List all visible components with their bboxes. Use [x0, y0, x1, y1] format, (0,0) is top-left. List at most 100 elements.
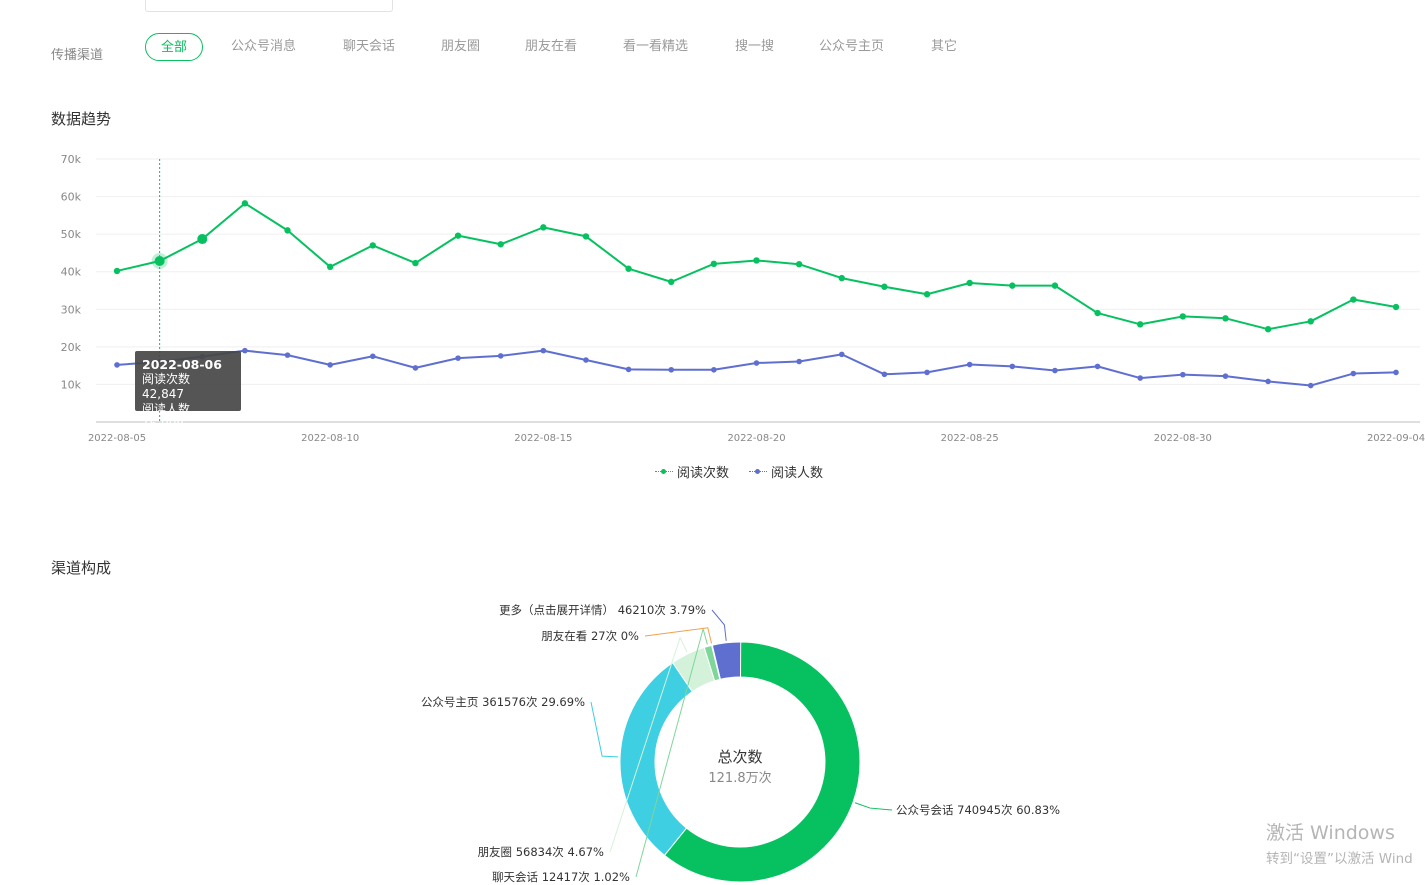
y-tick-label: 70k [61, 153, 82, 166]
data-point-read-users [455, 355, 461, 361]
chip-search[interactable]: 搜一搜 [735, 33, 774, 61]
search-input[interactable] [145, 0, 393, 12]
data-point-read-users [114, 362, 120, 368]
data-point-read-count [1392, 303, 1400, 311]
slice-leader-line [854, 802, 893, 811]
data-point-read-users [412, 365, 419, 371]
data-point-read-count [154, 256, 165, 267]
data-point-read-users [1265, 378, 1271, 385]
legend-item-read-count[interactable]: 阅读次数 [655, 462, 729, 481]
chip-official-homepage[interactable]: 公众号主页 [819, 33, 884, 61]
data-point-read-count [1350, 296, 1357, 303]
watermark-title: 激活 Windows [1266, 822, 1395, 844]
watermark-subtitle: 转到“设置”以激活 Wind [1266, 851, 1413, 867]
y-tick-label: 20k [61, 341, 82, 354]
legend-item-read-users[interactable]: 阅读人数 [749, 462, 823, 481]
slice-leader-line [590, 701, 619, 758]
y-tick-label: 10k [61, 378, 82, 391]
data-point-read-count [326, 263, 334, 271]
channel-section-title: 渠道构成 [51, 559, 112, 577]
data-point-read-users [540, 347, 547, 354]
legend-label-read-count: 阅读次数 [677, 466, 730, 481]
data-point-read-users [625, 366, 632, 373]
data-point-read-count [753, 257, 760, 264]
data-point-read-users [1350, 370, 1357, 377]
data-point-read-users [1393, 369, 1399, 376]
tooltip-read-users: 阅读人数 16,008 [142, 402, 191, 431]
donut-slice-official-homepage [619, 661, 693, 856]
data-point-read-users [838, 351, 845, 358]
x-tick-label: 2022-09-04 [1367, 433, 1425, 444]
chip-official-message[interactable]: 公众号消息 [231, 33, 296, 61]
slice-label: 更多（点击展开详情） 46210次 3.79% [499, 603, 706, 617]
donut-center-title: 总次数 [717, 748, 762, 766]
data-point-read-count [710, 260, 718, 268]
data-point-read-count [412, 259, 419, 267]
data-point-read-count [582, 233, 590, 240]
tooltip-read-count: 阅读次数 42,847 [142, 372, 191, 401]
data-point-read-count [1009, 282, 1016, 289]
data-point-read-count [625, 265, 632, 272]
x-tick-label: 2022-08-15 [514, 433, 572, 444]
data-point-read-users [1094, 363, 1101, 370]
data-point-read-users [668, 366, 675, 373]
data-point-read-users [796, 358, 802, 365]
data-point-read-count [369, 242, 376, 249]
y-tick-label: 50k [61, 228, 82, 241]
slice-label: 朋友圈 56834次 4.67% [478, 845, 604, 859]
chip-chat-session[interactable]: 聊天会话 [343, 33, 395, 61]
data-point-read-count [113, 267, 121, 275]
x-tick-label: 2022-08-20 [727, 433, 785, 444]
data-point-read-count [923, 291, 931, 298]
slice-leader-line [711, 609, 727, 641]
slice-label: 公众号主页 361576次 29.69% [421, 695, 585, 709]
chip-other[interactable]: 其它 [931, 33, 957, 61]
legend-marker-icon [749, 467, 767, 477]
data-point-read-users [753, 360, 760, 366]
data-point-read-count [197, 234, 208, 245]
donut-center-value: 121.8万次 [708, 770, 771, 786]
x-tick-label: 2022-08-10 [301, 433, 359, 444]
series-line-read-count [116, 202, 1397, 331]
data-point-read-count [1094, 309, 1101, 317]
data-point-read-count [1137, 321, 1144, 328]
data-point-read-users [1009, 363, 1016, 370]
data-point-read-users [327, 362, 333, 368]
data-point-read-count [497, 241, 504, 248]
data-point-read-users [924, 369, 930, 376]
data-point-read-users [1222, 373, 1229, 379]
data-point-read-users [497, 353, 504, 359]
chip-friends-watching[interactable]: 朋友在看 [525, 33, 577, 61]
x-tick-label: 2022-08-25 [941, 433, 999, 444]
slice-label: 公众号会话 740945次 60.83% [896, 803, 1060, 817]
data-point-read-users [1180, 371, 1186, 378]
data-point-read-users [284, 352, 291, 358]
chip-top-stories[interactable]: 看一看精选 [623, 33, 688, 61]
windows-activation-watermark: 激活 Windows 转到“设置”以激活 Wind [1266, 818, 1413, 867]
slice-label: 朋友在看 27次 0% [541, 629, 639, 643]
data-point-read-users [370, 353, 376, 360]
y-tick-label: 60k [61, 191, 82, 204]
chip-all[interactable]: 全部 [145, 33, 204, 61]
data-point-read-count [1222, 315, 1229, 322]
data-point-read-count [1179, 313, 1187, 320]
data-point-read-count [668, 278, 675, 286]
data-point-read-count [1264, 325, 1272, 333]
y-tick-label: 40k [61, 266, 82, 279]
data-point-read-count [966, 279, 973, 287]
slice-label: 聊天会话 12417次 1.02% [492, 870, 630, 884]
x-tick-label: 2022-08-30 [1154, 433, 1212, 444]
chip-moments[interactable]: 朋友圈 [441, 33, 480, 61]
data-point-read-count [881, 283, 888, 290]
data-point-read-users [1137, 375, 1143, 381]
channel-donut-chart: 公众号会话 740945次 60.83% 公众号主页 361576次 29.69%… [421, 603, 1060, 884]
data-point-read-count [540, 224, 547, 231]
data-point-read-users [583, 357, 589, 363]
data-point-read-users [1052, 367, 1058, 374]
data-point-read-users [966, 361, 973, 368]
data-point-read-count [1307, 318, 1314, 325]
series-line-read-users [116, 349, 1397, 387]
tooltip-date: 2022-08-06 [142, 357, 222, 372]
data-point-read-count [1051, 282, 1059, 289]
data-point-read-count [284, 227, 291, 234]
